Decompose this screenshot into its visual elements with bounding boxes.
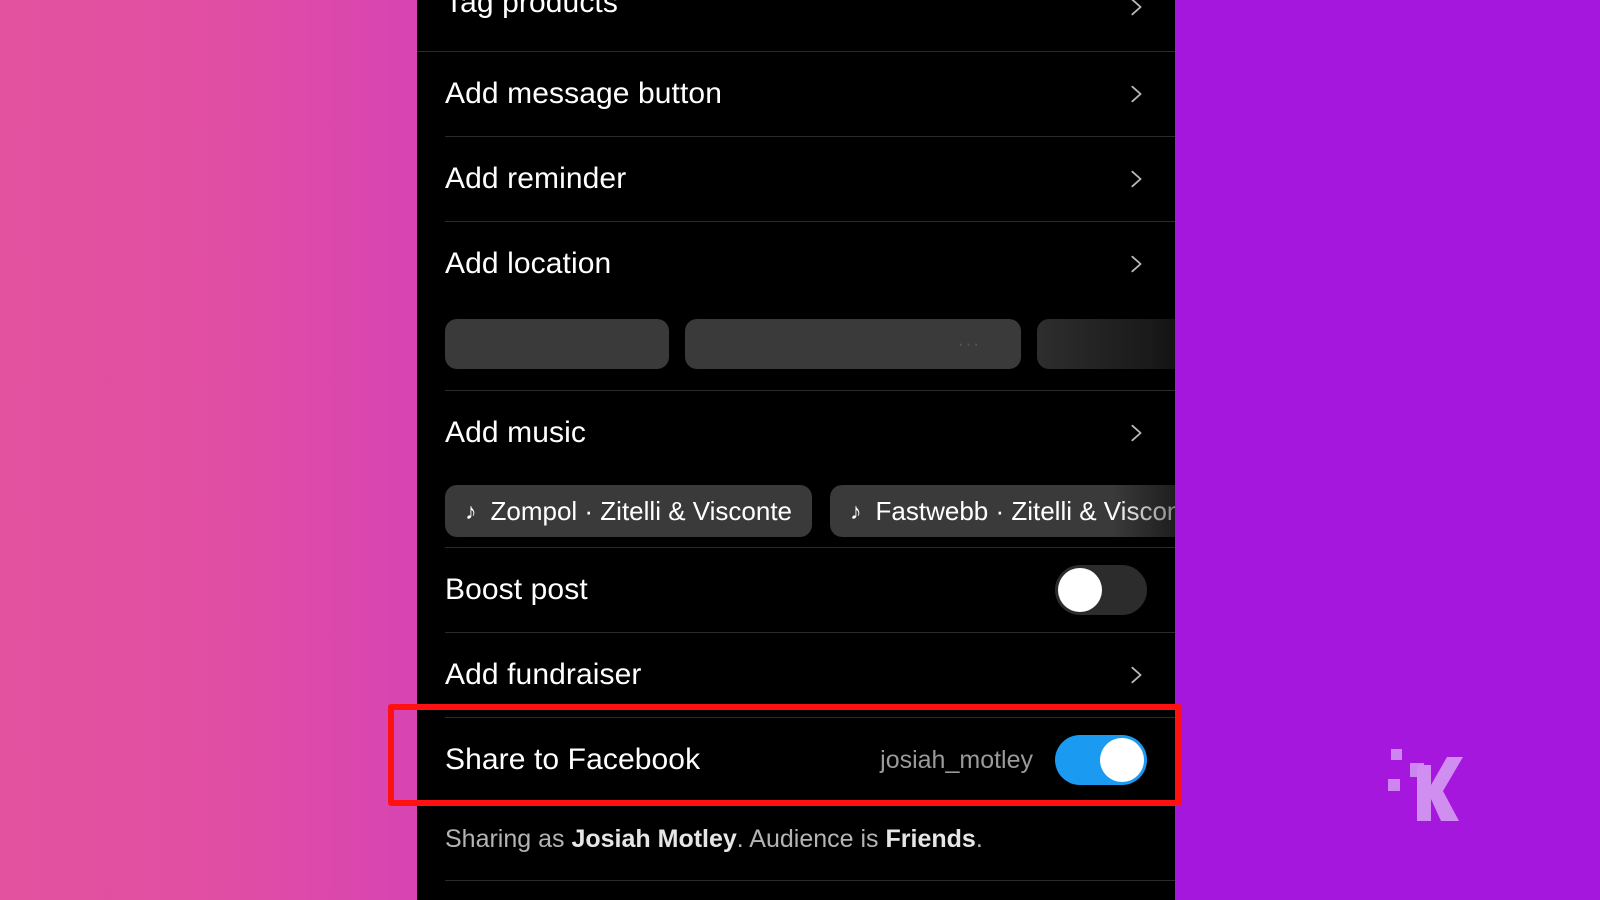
- row-boost-post[interactable]: Boost post: [417, 548, 1175, 632]
- row-label-add-message-button: Add message button: [445, 77, 722, 110]
- row-tag-products[interactable]: Tag products: [417, 0, 1175, 51]
- row-label-share-to-facebook: Share to Facebook: [445, 743, 701, 776]
- sharing-as-footnote: Sharing as Josiah Motley. Audience is Fr…: [417, 802, 1175, 880]
- music-chip-fastwebb[interactable]: ♪ Fastwebb · Zitelli & Visconte: [830, 485, 1175, 537]
- boost-post-toggle[interactable]: [1055, 565, 1147, 615]
- row-label-boost-post: Boost post: [445, 573, 588, 606]
- music-note-icon: ♪: [465, 497, 477, 524]
- row-add-fundraiser[interactable]: Add fundraiser: [417, 633, 1175, 717]
- row-add-location[interactable]: Add location: [417, 222, 1175, 306]
- location-chip-placeholder[interactable]: [1037, 319, 1175, 369]
- instagram-share-options-panel: Tag products Add message button Add remi…: [417, 0, 1175, 900]
- footnote-middle: . Audience is: [736, 825, 886, 853]
- chevron-right-icon: [1125, 168, 1147, 190]
- row-label-add-music: Add music: [445, 416, 586, 449]
- row-label-add-fundraiser: Add fundraiser: [445, 658, 642, 691]
- music-suggestion-chips: ♪ Zompol · Zitelli & Visconte ♪ Fastwebb…: [417, 475, 1175, 547]
- location-suggestion-chips: ···: [417, 306, 1175, 390]
- chevron-right-icon: [1125, 664, 1147, 686]
- row-add-message-button[interactable]: Add message button: [417, 52, 1175, 136]
- share-account-username: josiah_motley: [880, 745, 1033, 774]
- footnote-name: Josiah Motley: [571, 825, 737, 853]
- music-chip-label: Fastwebb · Zitelli & Visconte: [875, 495, 1175, 526]
- row-share-to-facebook[interactable]: Share to Facebook josiah_motley: [417, 718, 1175, 802]
- toggle-knob: [1058, 568, 1102, 612]
- chevron-right-icon: [1125, 253, 1147, 275]
- toggle-knob: [1100, 738, 1144, 782]
- footnote-audience: Friends: [885, 825, 976, 853]
- music-note-icon: ♪: [850, 497, 862, 524]
- location-chip-placeholder[interactable]: [445, 319, 669, 369]
- divider: [445, 880, 1175, 881]
- chevron-right-icon: [1125, 0, 1147, 18]
- row-label-tag-products: Tag products: [445, 0, 618, 19]
- kn-watermark-logo: [1383, 735, 1483, 825]
- row-add-music[interactable]: Add music: [417, 391, 1175, 475]
- row-add-reminder[interactable]: Add reminder: [417, 137, 1175, 221]
- location-chip-placeholder[interactable]: ···: [685, 319, 1021, 369]
- music-chip-label: Zompol · Zitelli & Visconte: [490, 495, 793, 526]
- footnote-prefix: Sharing as: [445, 825, 572, 853]
- music-chip-zompol[interactable]: ♪ Zompol · Zitelli & Visconte: [445, 485, 813, 537]
- chevron-right-icon: [1125, 422, 1147, 444]
- row-label-add-reminder: Add reminder: [445, 162, 627, 195]
- share-to-facebook-toggle[interactable]: [1055, 735, 1147, 785]
- row-label-add-location: Add location: [445, 247, 612, 280]
- overflow-dots-icon: ···: [958, 334, 981, 353]
- footnote-suffix: .: [975, 825, 983, 853]
- chevron-right-icon: [1125, 83, 1147, 105]
